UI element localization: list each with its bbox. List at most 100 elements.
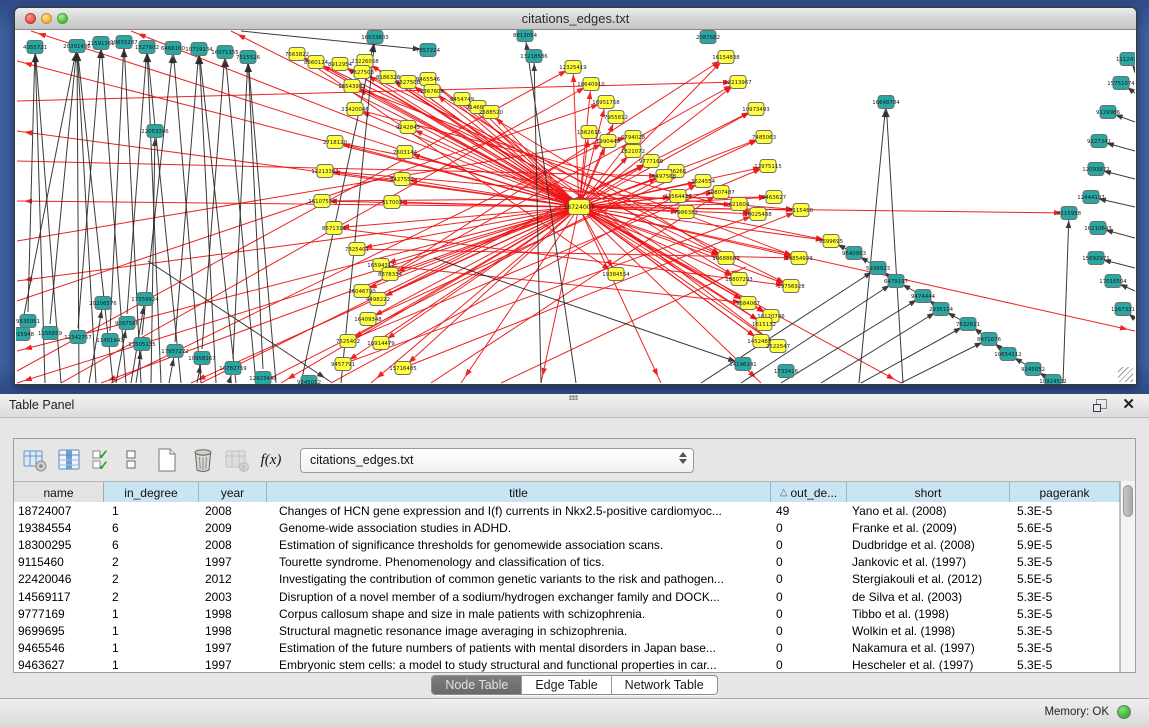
- graph-node[interactable]: 16914479: [367, 337, 395, 350]
- column-header-title[interactable]: title: [267, 482, 771, 503]
- graph-node[interactable]: 9097588: [115, 317, 140, 330]
- graph-node[interactable]: 10924532: [1039, 375, 1066, 385]
- graph-node[interactable]: 12213383: [311, 165, 338, 178]
- graph-node[interactable]: 7632621: [956, 318, 980, 331]
- table-row[interactable]: 946554611997Estimation of the future num…: [14, 640, 1119, 657]
- graph-node[interactable]: 7325401: [345, 243, 369, 256]
- graph-node[interactable]: 12325419: [559, 61, 587, 74]
- network-canvas[interactable]: 4055721203914362159136110655287132760264…: [16, 30, 1135, 384]
- graph-node[interactable]: 9457791: [331, 358, 355, 371]
- column-header-name[interactable]: name: [14, 482, 104, 503]
- graph-node[interactable]: 9777169: [639, 155, 664, 168]
- graph-node[interactable]: 9115460: [789, 204, 814, 217]
- graph-node[interactable]: 9835051: [16, 315, 40, 328]
- graph-node[interactable]: 3624554: [691, 175, 716, 188]
- graph-node[interactable]: 6466160: [161, 42, 186, 55]
- column-header-year[interactable]: year: [199, 482, 267, 503]
- graph-node[interactable]: 9463627: [762, 191, 786, 204]
- select-mode-icon[interactable]: ✓✓: [90, 447, 116, 473]
- graph-node[interactable]: 8912954: [328, 58, 353, 71]
- graph-node[interactable]: 12923448: [249, 372, 277, 385]
- graph-node[interactable]: 16543982: [338, 80, 365, 93]
- graph-node[interactable]: 10807487: [707, 186, 734, 199]
- function-builder-icon[interactable]: f(x): [256, 452, 286, 469]
- row-height-icon[interactable]: [124, 447, 140, 473]
- graph-node[interactable]: 2087682: [696, 31, 720, 44]
- graph-node[interactable]: 12975115: [754, 160, 781, 173]
- graph-node[interactable]: 16154838: [712, 51, 740, 64]
- graph-node[interactable]: 15751074: [1107, 77, 1135, 90]
- graph-node[interactable]: 13218586: [520, 50, 548, 63]
- graph-node[interactable]: 9827503: [350, 66, 374, 79]
- graph-node[interactable]: 1615132: [752, 318, 776, 331]
- table-selector[interactable]: citations_edges.txt: [300, 448, 694, 473]
- graph-node[interactable]: 2367608: [420, 85, 445, 98]
- graph-node[interactable]: 9474444: [911, 290, 936, 303]
- graph-node[interactable]: 12093872: [1082, 163, 1109, 176]
- graph-node[interactable]: 9684067: [736, 297, 760, 310]
- graph-node[interactable]: 2522547: [766, 340, 790, 353]
- graph-node[interactable]: 7485063: [752, 131, 776, 144]
- table-selector-stepper-icon[interactable]: [679, 452, 687, 464]
- table-row[interactable]: 969969511998Structural magnetic resonanc…: [14, 622, 1119, 639]
- graph-node[interactable]: 1167331: [1111, 303, 1135, 316]
- graph-node[interactable]: 7603144: [393, 146, 418, 159]
- graph-node[interactable]: 9699695: [819, 235, 843, 248]
- tab-node-table[interactable]: Node Table: [432, 676, 521, 694]
- column-settings-icon[interactable]: [56, 447, 82, 473]
- table-row[interactable]: 977716911998Corpus callosum shape and si…: [14, 605, 1119, 622]
- table-scrollbar[interactable]: [1120, 481, 1135, 672]
- graph-node[interactable]: 8878334: [378, 268, 403, 281]
- table-row[interactable]: 911546021997Tourette syndrome. Phenomeno…: [14, 554, 1119, 571]
- graph-node[interactable]: 9465546: [416, 73, 441, 86]
- graph-node[interactable]: 9640953: [842, 247, 866, 260]
- graph-node[interactable]: 7857224: [416, 44, 441, 57]
- delete-table-icon[interactable]: [190, 447, 216, 473]
- graph-node[interactable]: 16210643: [1084, 222, 1111, 235]
- graph-node[interactable]: 8471676: [977, 333, 1002, 346]
- column-header-pagerank[interactable]: pagerank: [1010, 482, 1120, 503]
- graph-node[interactable]: 1990448: [596, 135, 621, 148]
- graph-node[interactable]: 7625402: [336, 335, 360, 348]
- graph-node[interactable]: 16648784: [872, 96, 900, 109]
- float-panel-icon[interactable]: [1093, 399, 1107, 412]
- table-row[interactable]: 2242004622012Investigating the contribut…: [14, 571, 1119, 588]
- graph-node[interactable]: 17359924: [131, 293, 159, 306]
- graph-node[interactable]: 16107552: [308, 195, 335, 208]
- new-table-icon[interactable]: [154, 447, 180, 473]
- graph-node[interactable]: 18640910: [577, 78, 605, 91]
- graph-node[interactable]: 7986382: [674, 206, 698, 219]
- graph-node[interactable]: 12213967: [724, 76, 751, 89]
- graph-node[interactable]: 8813054: [513, 30, 538, 42]
- graph-node[interactable]: 4498222: [366, 293, 390, 306]
- graph-node[interactable]: 15692971: [1082, 252, 1109, 265]
- graph-node[interactable]: 16782759: [219, 362, 247, 375]
- graph-node[interactable]: 1733426: [774, 365, 799, 378]
- graph-node[interactable]: 6794028: [621, 131, 646, 144]
- graph-node[interactable]: 7955812: [604, 111, 628, 124]
- graph-node[interactable]: 12444197: [1077, 191, 1104, 204]
- column-header-out_degree[interactable]: △out_de...: [771, 482, 847, 503]
- table-row[interactable]: 946362711997Embryonic stem cells: a mode…: [14, 657, 1119, 672]
- graph-node[interactable]: 22053346: [141, 125, 169, 138]
- graph-node[interactable]: 16071355: [211, 46, 238, 59]
- graph-node[interactable]: 14196141: [729, 358, 756, 371]
- graph-node[interactable]: 9129986: [1096, 106, 1121, 119]
- graph-node[interactable]: 10958167: [188, 352, 215, 365]
- graph-node[interactable]: 10654112: [994, 348, 1021, 361]
- graph-node[interactable]: 7515526: [236, 51, 261, 64]
- graph-node[interactable]: 5938923: [866, 262, 890, 275]
- graph-node[interactable]: 1362615: [577, 126, 601, 139]
- table-row[interactable]: 1872400712008Changes of HCN gene express…: [14, 502, 1119, 519]
- graph-node[interactable]: 1327602: [135, 41, 159, 54]
- graph-node[interactable]: 9242845: [396, 121, 420, 134]
- resize-grip-icon[interactable]: [1118, 367, 1133, 382]
- graph-node[interactable]: 9227341: [1087, 135, 1111, 148]
- graph-node[interactable]: 621604: [729, 198, 750, 211]
- graph-node[interactable]: 20206576: [89, 297, 117, 310]
- graph-node[interactable]: 317003: [382, 196, 403, 209]
- graph-node[interactable]: 8215958: [1057, 207, 1082, 220]
- table-settings-icon[interactable]: [22, 447, 48, 473]
- graph-node[interactable]: 1112478: [1116, 53, 1135, 66]
- splitter-handle-icon[interactable]: [569, 395, 578, 400]
